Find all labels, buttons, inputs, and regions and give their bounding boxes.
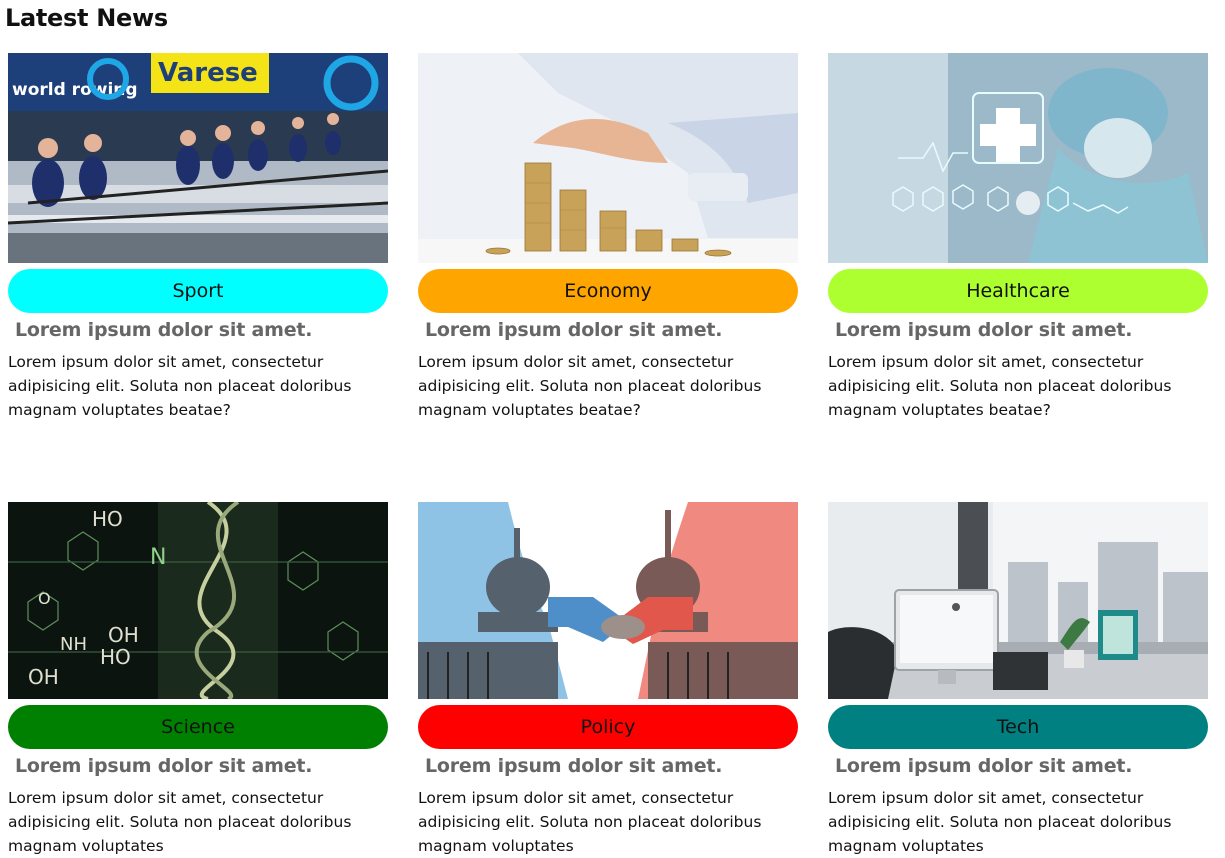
article-image-coins[interactable] (418, 53, 798, 263)
category-button-tech[interactable]: Tech (828, 705, 1208, 749)
news-card-policy[interactable]: Policy Lorem ipsum dolor sit amet. Lorem… (418, 502, 798, 858)
molecule-label: OH (28, 665, 59, 689)
molecule-label: NH (60, 634, 87, 655)
article-summary: Lorem ipsum dolor sit amet, consectetur … (418, 789, 762, 855)
article-image-rowing[interactable]: Varese world rowing (8, 53, 388, 263)
article-image-office[interactable] (828, 502, 1208, 699)
article-summary: Lorem ipsum dolor sit amet, consectetur … (418, 353, 762, 419)
page-title: Latest News (5, 4, 168, 32)
category-button-policy[interactable]: Policy (418, 705, 798, 749)
article-image-molecules[interactable]: HO N O OH NH HO OH (8, 502, 388, 699)
news-card-science[interactable]: HO N O OH NH HO OH Science Lorem ipsum d… (8, 502, 388, 858)
news-card-sport[interactable]: Varese world rowing Sport Lorem ipsum do… (8, 53, 388, 422)
molecule-label: HO (92, 507, 123, 531)
news-card-economy[interactable]: Economy Lorem ipsum dolor sit amet. Lore… (418, 53, 798, 422)
article-headline[interactable]: Lorem ipsum dolor sit amet. (15, 755, 388, 777)
news-card-healthcare[interactable]: Healthcare Lorem ipsum dolor sit amet. L… (828, 53, 1208, 422)
article-headline[interactable]: Lorem ipsum dolor sit amet. (835, 319, 1208, 341)
article-image-capitol-handshake[interactable] (418, 502, 798, 699)
article-headline[interactable]: Lorem ipsum dolor sit amet. (835, 755, 1208, 777)
article-headline[interactable]: Lorem ipsum dolor sit amet. (425, 755, 798, 777)
category-button-science[interactable]: Science (8, 705, 388, 749)
molecule-label: N (150, 545, 166, 570)
molecule-label: HO (100, 645, 131, 669)
article-summary: Lorem ipsum dolor sit amet, consectetur … (8, 353, 352, 419)
category-button-economy[interactable]: Economy (418, 269, 798, 313)
varese-sign-text: Varese (158, 58, 258, 88)
molecule-label: O (38, 589, 51, 608)
article-summary: Lorem ipsum dolor sit amet, consectetur … (828, 789, 1172, 855)
article-summary: Lorem ipsum dolor sit amet, consectetur … (8, 789, 352, 855)
category-button-healthcare[interactable]: Healthcare (828, 269, 1208, 313)
news-card-tech[interactable]: Tech Lorem ipsum dolor sit amet. Lorem i… (828, 502, 1208, 858)
category-button-sport[interactable]: Sport (8, 269, 388, 313)
article-image-digital-health[interactable] (828, 53, 1208, 263)
molecule-label: OH (108, 623, 139, 647)
article-headline[interactable]: Lorem ipsum dolor sit amet. (15, 319, 388, 341)
article-summary: Lorem ipsum dolor sit amet, consectetur … (828, 353, 1172, 419)
article-headline[interactable]: Lorem ipsum dolor sit amet. (425, 319, 798, 341)
